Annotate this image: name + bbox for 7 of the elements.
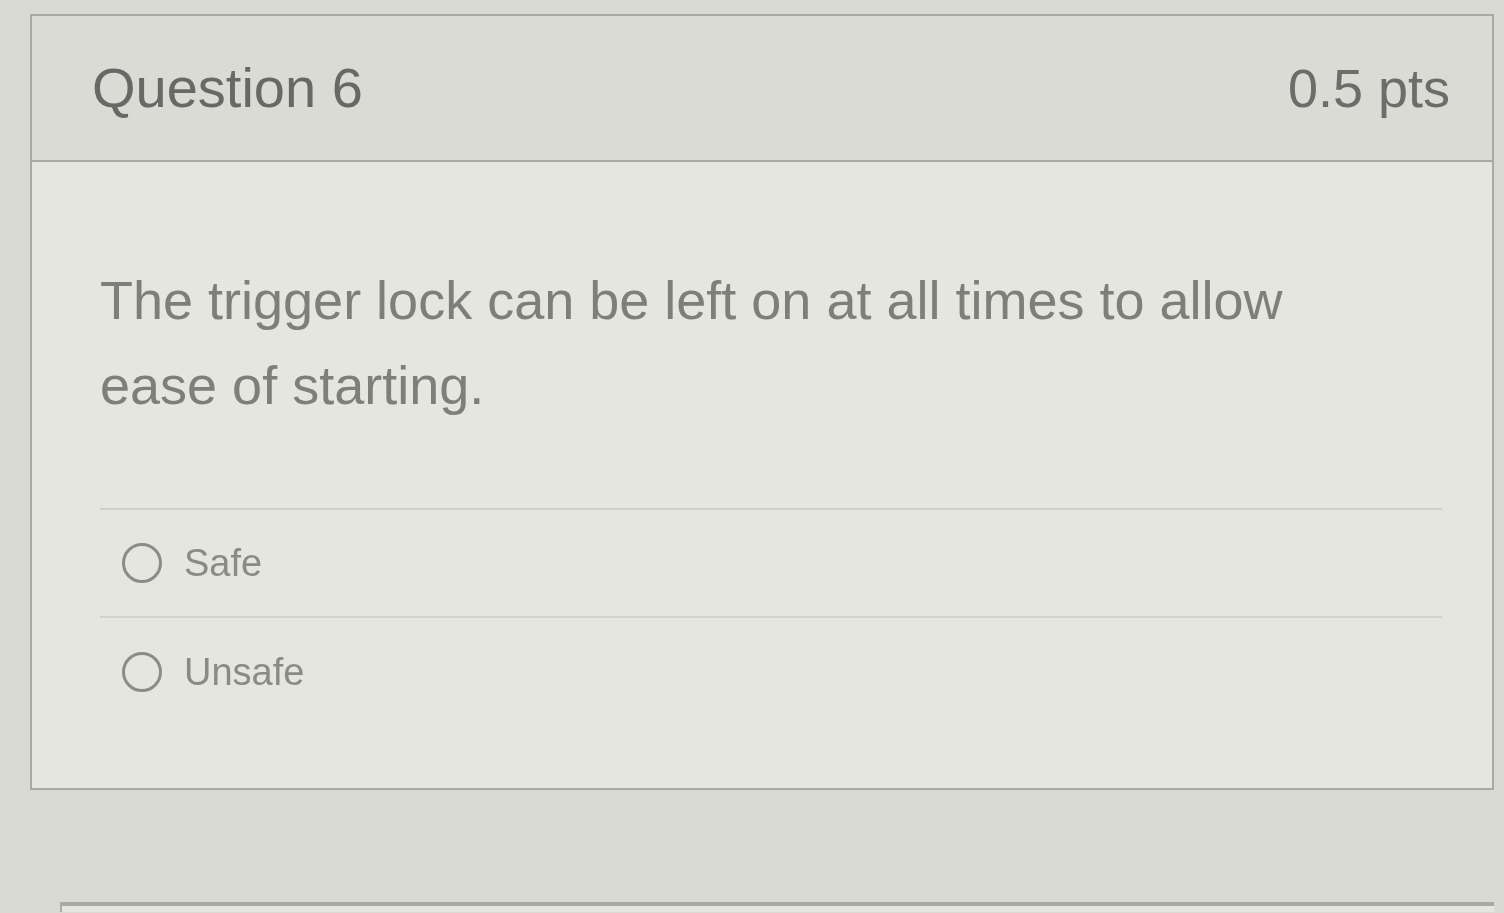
question-text: The trigger lock can be left on at all times to allow ease of starting. xyxy=(100,269,1284,417)
radio-button[interactable] xyxy=(122,543,162,583)
question-title: Question 6 xyxy=(92,55,363,121)
radio-button[interactable] xyxy=(122,652,162,692)
answer-label: Unsafe xyxy=(184,649,305,695)
points-label: 0.5 pts xyxy=(1287,56,1450,120)
answer-label: Safe xyxy=(184,540,263,586)
